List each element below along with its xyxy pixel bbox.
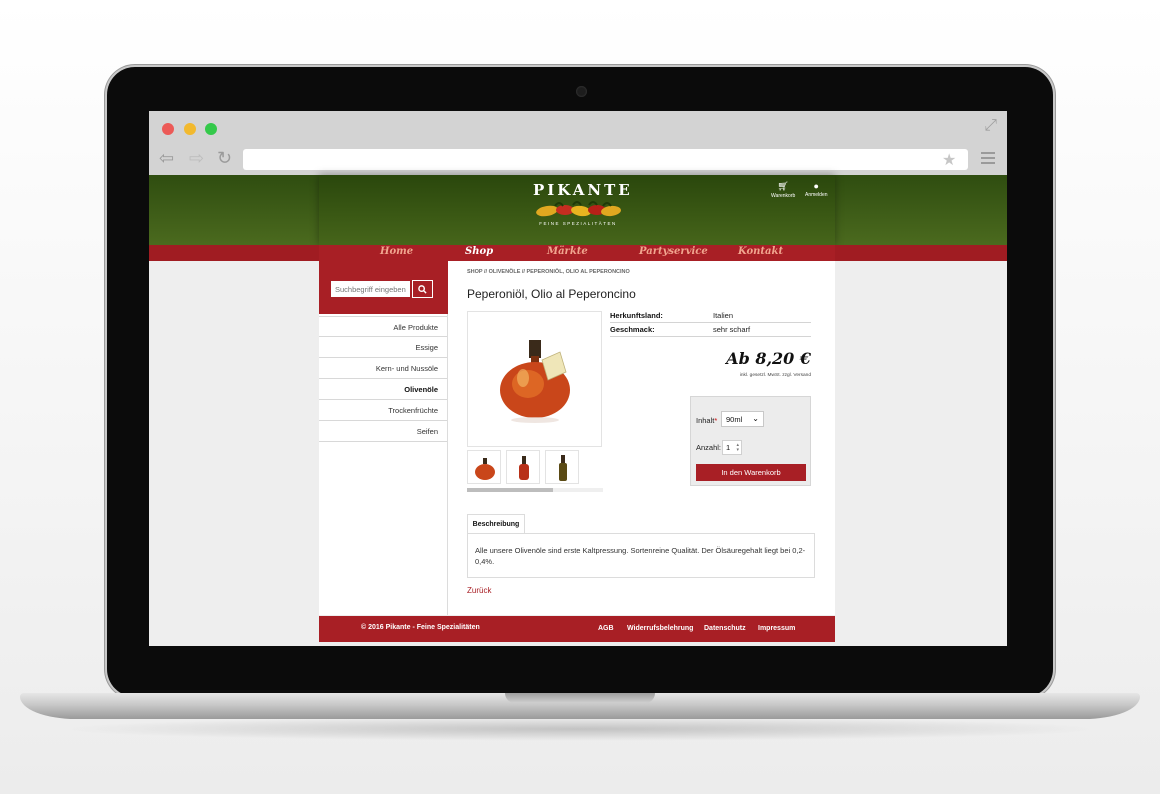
laptop-base-notch	[505, 693, 655, 703]
category-essige[interactable]: Essige	[319, 337, 447, 358]
stepper-arrows-icon[interactable]: ▴ ▾	[736, 443, 739, 453]
category-list: Alle Produkte Essige Kern- und Nussöle O…	[319, 316, 447, 442]
content-area: Alle Produkte Essige Kern- und Nussöle O…	[319, 261, 835, 615]
nav-partyservice[interactable]: Partyservice	[639, 246, 708, 257]
category-kern-nussoele[interactable]: Kern- und Nussöle	[319, 358, 447, 379]
category-trockenfruechte[interactable]: Trockenfrüchte	[319, 400, 447, 421]
browser-chrome: ⤢ ⇦ ⇨ ↻ ★	[149, 111, 1007, 175]
breadcrumb[interactable]: SHOP // OLIVENÖLE // PEPERONIÖL, OLIO AL…	[467, 269, 630, 275]
header-login-link[interactable]: ● Anmelden	[805, 181, 828, 198]
user-icon: ●	[813, 181, 819, 191]
back-link[interactable]: Zurück	[467, 586, 491, 595]
thumbnail-2[interactable]	[506, 450, 540, 484]
tab-beschreibung[interactable]: Beschreibung	[467, 514, 525, 534]
peppers-icon	[536, 201, 621, 217]
add-to-cart-button[interactable]: In den Warenkorb	[696, 464, 806, 481]
cart-label: Warenkorb	[771, 193, 796, 199]
quantity-value: 1	[726, 443, 731, 452]
screen: ⤢ ⇦ ⇨ ↻ ★ PIKANTE FEINE SPEZIALITÄTEN 🛒︎…	[149, 111, 1007, 646]
nav-shop[interactable]: Shop	[465, 246, 493, 257]
product-attributes: Herkunftsland: Italien Geschmack: sehr s…	[610, 309, 811, 337]
product-image[interactable]	[467, 311, 602, 447]
forward-arrow-icon[interactable]: ⇨	[189, 149, 204, 167]
category-seifen[interactable]: Seifen	[319, 421, 447, 442]
footer-link-widerruf[interactable]: Widerrufsbelehrung	[627, 625, 693, 632]
laptop-shadow	[60, 717, 1100, 741]
footer-link-agb[interactable]: AGB	[598, 625, 614, 632]
header-cart-link[interactable]: 🛒︎ Warenkorb	[771, 181, 795, 199]
search-input[interactable]	[331, 281, 410, 297]
category-olivenoele[interactable]: Olivenöle	[319, 379, 447, 400]
thumbnail-strip	[467, 450, 603, 484]
nav-kontakt[interactable]: Kontakt	[738, 246, 783, 257]
product-title: Peperoniöl, Olio al Peperoncino	[467, 287, 636, 301]
nav-home[interactable]: Home	[380, 246, 413, 257]
nav-maerkte[interactable]: Märkte	[547, 246, 588, 257]
site-logo[interactable]: PIKANTE FEINE SPEZIALITÄTEN	[533, 181, 633, 241]
thumbnail-scrollbar[interactable]	[467, 488, 603, 492]
thumbnail-3[interactable]	[545, 450, 579, 484]
reload-icon[interactable]: ↻	[217, 149, 232, 167]
sidebar: Alle Produkte Essige Kern- und Nussöle O…	[319, 261, 448, 615]
buy-box: Inhalt* 90ml ⌄ Anzahl: 1 ▴ ▾ In den Waren…	[690, 396, 811, 486]
attribute-row: Geschmack: sehr scharf	[610, 323, 811, 337]
minimize-window-button[interactable]	[184, 123, 196, 135]
description-panel: Alle unsere Olivenöle sind erste Kaltpre…	[467, 533, 815, 578]
site-footer: © 2016 Pikante - Feine Spezialitäten AGB…	[319, 616, 835, 642]
attribute-key: Herkunftsland:	[610, 311, 663, 320]
footer-link-impressum[interactable]: Impressum	[758, 625, 795, 632]
category-alle-produkte[interactable]: Alle Produkte	[319, 316, 447, 337]
thumbnail-1[interactable]	[467, 450, 501, 484]
bookmark-star-icon[interactable]: ★	[942, 150, 956, 170]
header-center: PIKANTE FEINE SPEZIALITÄTEN 🛒︎ Warenkorb…	[319, 175, 835, 245]
quantity-stepper[interactable]: 1 ▴ ▾	[722, 440, 742, 455]
chevron-down-icon: ⌄	[752, 414, 759, 423]
content-select-value: 90ml	[726, 415, 743, 424]
quantity-label: Anzahl:	[696, 443, 722, 452]
tax-note: inkl. gesetzl. MwSt. zzgl. Versand	[739, 373, 811, 378]
browser-menu-icon[interactable]	[981, 152, 995, 167]
login-label: Anmelden	[805, 192, 828, 198]
footer-copyright: © 2016 Pikante - Feine Spezialitäten	[361, 624, 480, 631]
attribute-value: Italien	[713, 311, 734, 320]
attribute-row: Herkunftsland: Italien	[610, 309, 811, 323]
webcam	[576, 86, 587, 97]
site-header: PIKANTE FEINE SPEZIALITÄTEN 🛒︎ Warenkorb…	[149, 175, 1007, 245]
logo-text: PIKANTE	[533, 181, 633, 199]
footer-link-datenschutz[interactable]: Datenschutz	[704, 625, 746, 632]
main-nav-center: Home Shop Märkte Partyservice Kontakt	[319, 245, 835, 261]
content-label: Inhalt*	[696, 416, 718, 425]
close-window-button[interactable]	[162, 123, 174, 135]
main-nav: Home Shop Märkte Partyservice Kontakt	[149, 245, 1007, 261]
content-select[interactable]: 90ml ⌄	[721, 411, 764, 427]
attribute-key: Geschmack:	[610, 325, 655, 334]
search-button[interactable]	[412, 280, 433, 298]
product-price: Ab 8,20 €	[726, 349, 811, 368]
scrollbar-thumb[interactable]	[467, 488, 553, 492]
back-arrow-icon[interactable]: ⇦	[159, 149, 174, 167]
search-icon	[418, 285, 427, 294]
search-box	[319, 261, 448, 314]
maximize-window-button[interactable]	[205, 123, 217, 135]
fullscreen-icon[interactable]: ⤢	[984, 117, 997, 135]
attribute-value: sehr scharf	[713, 325, 751, 334]
oil-bottle-image	[500, 340, 570, 423]
cart-icon: 🛒︎	[777, 181, 789, 191]
address-bar[interactable]	[243, 149, 968, 170]
